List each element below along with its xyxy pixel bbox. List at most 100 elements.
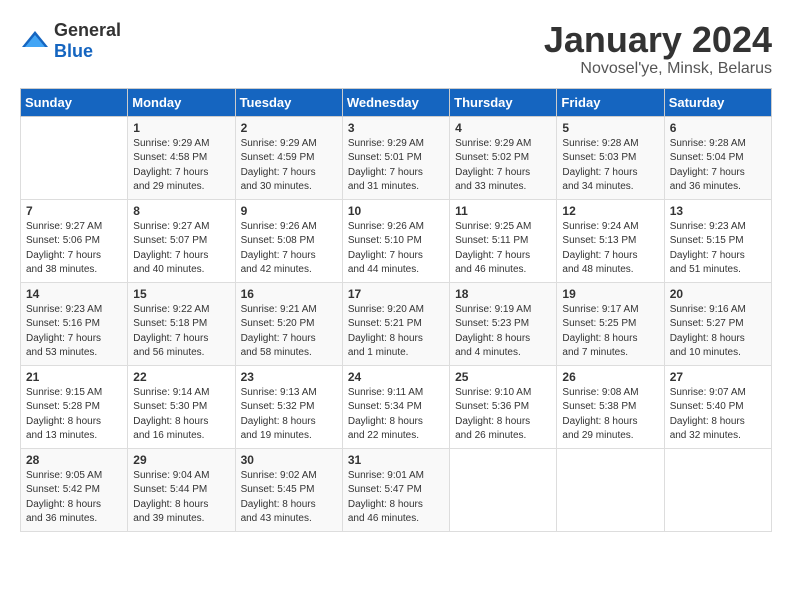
calendar-cell: 31 Sunrise: 9:01 AMSunset: 5:47 PMDayligh… [342, 448, 449, 531]
day-number: 4 [455, 121, 551, 135]
day-info: Sunrise: 9:23 AMSunset: 5:15 PMDaylight:… [670, 220, 766, 278]
day-info: Sunrise: 9:22 AMSunset: 5:18 PMDaylight:… [133, 303, 229, 361]
calendar-cell: 2Sunrise: 9:29 AMSunset: 4:59 PMDaylight… [235, 116, 342, 199]
location-title: Novosel'ye, Minsk, Belarus [544, 60, 772, 78]
calendar-cell: 28 Sunrise: 9:05 AMSunset: 5:42 PMDayligh… [21, 448, 128, 531]
day-info: Sunrise: 9:16 AMSunset: 5:27 PMDaylight:… [670, 303, 766, 361]
day-info: Sunrise: 9:05 AMSunset: 5:42 PMDaylight:… [26, 469, 122, 527]
day-number: 31 [348, 453, 444, 467]
day-info: Sunrise: 9:20 AMSunset: 5:21 PMDaylight:… [348, 303, 444, 361]
weekday-header: Thursday [450, 88, 557, 116]
calendar-cell: 14 Sunrise: 9:23 AMSunset: 5:16 PMDayligh… [21, 282, 128, 365]
calendar-cell [21, 116, 128, 199]
day-number: 18 [455, 287, 551, 301]
calendar-cell: 5 Sunrise: 9:28 AMSunset: 5:03 PMDaylight… [557, 116, 664, 199]
calendar-cell: 6 Sunrise: 9:28 AMSunset: 5:04 PMDaylight… [664, 116, 771, 199]
day-number: 11 [455, 204, 551, 218]
logo-general: General [54, 20, 121, 40]
day-number: 8 [133, 204, 229, 218]
day-info: Sunrise: 9:08 AMSunset: 5:38 PMDaylight:… [562, 386, 658, 444]
day-info: Sunrise: 9:13 AMSunset: 5:32 PMDaylight:… [241, 386, 337, 444]
day-number: 19 [562, 287, 658, 301]
calendar-cell: 7 Sunrise: 9:27 AMSunset: 5:06 PMDaylight… [21, 199, 128, 282]
calendar-cell: 10Sunrise: 9:26 AMSunset: 5:10 PMDayligh… [342, 199, 449, 282]
calendar-cell [664, 448, 771, 531]
calendar-cell: 3 Sunrise: 9:29 AMSunset: 5:01 PMDaylight… [342, 116, 449, 199]
calendar-cell: 25Sunrise: 9:10 AMSunset: 5:36 PMDayligh… [450, 365, 557, 448]
day-number: 28 [26, 453, 122, 467]
logo-icon [20, 29, 50, 53]
day-number: 16 [241, 287, 337, 301]
calendar-cell: 21 Sunrise: 9:15 AMSunset: 5:28 PMDayligh… [21, 365, 128, 448]
calendar-cell: 22Sunrise: 9:14 AMSunset: 5:30 PMDayligh… [128, 365, 235, 448]
calendar-week-row: 7 Sunrise: 9:27 AMSunset: 5:06 PMDaylight… [21, 199, 772, 282]
page-header: General Blue January 2024 Novosel'ye, Mi… [20, 20, 772, 78]
calendar-cell: 4Sunrise: 9:29 AMSunset: 5:02 PMDaylight… [450, 116, 557, 199]
day-number: 5 [562, 121, 658, 135]
calendar-table: SundayMondayTuesdayWednesdayThursdayFrid… [20, 88, 772, 532]
day-number: 15 [133, 287, 229, 301]
day-info: Sunrise: 9:23 AMSunset: 5:16 PMDaylight:… [26, 303, 122, 361]
day-number: 30 [241, 453, 337, 467]
day-info: Sunrise: 9:28 AMSunset: 5:03 PMDaylight:… [562, 137, 658, 195]
day-number: 27 [670, 370, 766, 384]
calendar-cell: 19 Sunrise: 9:17 AMSunset: 5:25 PMDayligh… [557, 282, 664, 365]
day-info: Sunrise: 9:27 AMSunset: 5:07 PMDaylight:… [133, 220, 229, 278]
calendar-cell: 17Sunrise: 9:20 AMSunset: 5:21 PMDayligh… [342, 282, 449, 365]
day-number: 13 [670, 204, 766, 218]
day-info: Sunrise: 9:02 AMSunset: 5:45 PMDaylight:… [241, 469, 337, 527]
day-info: Sunrise: 9:21 AMSunset: 5:20 PMDaylight:… [241, 303, 337, 361]
weekday-header-row: SundayMondayTuesdayWednesdayThursdayFrid… [21, 88, 772, 116]
day-info: Sunrise: 9:28 AMSunset: 5:04 PMDaylight:… [670, 137, 766, 195]
calendar-week-row: 21 Sunrise: 9:15 AMSunset: 5:28 PMDayligh… [21, 365, 772, 448]
calendar-cell: 20Sunrise: 9:16 AMSunset: 5:27 PMDayligh… [664, 282, 771, 365]
weekday-header: Sunday [21, 88, 128, 116]
calendar-week-row: 14 Sunrise: 9:23 AMSunset: 5:16 PMDayligh… [21, 282, 772, 365]
day-number: 24 [348, 370, 444, 384]
calendar-cell: 24Sunrise: 9:11 AMSunset: 5:34 PMDayligh… [342, 365, 449, 448]
calendar-cell [450, 448, 557, 531]
day-number: 7 [26, 204, 122, 218]
calendar-cell: 1Sunrise: 9:29 AMSunset: 4:58 PMDaylight… [128, 116, 235, 199]
weekday-header: Saturday [664, 88, 771, 116]
calendar-cell: 12 Sunrise: 9:24 AMSunset: 5:13 PMDayligh… [557, 199, 664, 282]
calendar-cell: 29Sunrise: 9:04 AMSunset: 5:44 PMDayligh… [128, 448, 235, 531]
calendar-week-row: 1Sunrise: 9:29 AMSunset: 4:58 PMDaylight… [21, 116, 772, 199]
day-info: Sunrise: 9:15 AMSunset: 5:28 PMDaylight:… [26, 386, 122, 444]
calendar-cell: 18 Sunrise: 9:19 AMSunset: 5:23 PMDayligh… [450, 282, 557, 365]
day-info: Sunrise: 9:29 AMSunset: 4:58 PMDaylight:… [133, 137, 229, 195]
day-number: 14 [26, 287, 122, 301]
day-number: 6 [670, 121, 766, 135]
day-info: Sunrise: 9:26 AMSunset: 5:10 PMDaylight:… [348, 220, 444, 278]
day-number: 9 [241, 204, 337, 218]
weekday-header: Tuesday [235, 88, 342, 116]
weekday-header: Wednesday [342, 88, 449, 116]
day-number: 3 [348, 121, 444, 135]
calendar-cell: 27 Sunrise: 9:07 AMSunset: 5:40 PMDayligh… [664, 365, 771, 448]
day-info: Sunrise: 9:17 AMSunset: 5:25 PMDaylight:… [562, 303, 658, 361]
day-info: Sunrise: 9:26 AMSunset: 5:08 PMDaylight:… [241, 220, 337, 278]
day-info: Sunrise: 9:07 AMSunset: 5:40 PMDaylight:… [670, 386, 766, 444]
day-info: Sunrise: 9:25 AMSunset: 5:11 PMDaylight:… [455, 220, 551, 278]
day-info: Sunrise: 9:19 AMSunset: 5:23 PMDaylight:… [455, 303, 551, 361]
calendar-cell: 9 Sunrise: 9:26 AMSunset: 5:08 PMDaylight… [235, 199, 342, 282]
day-info: Sunrise: 9:27 AMSunset: 5:06 PMDaylight:… [26, 220, 122, 278]
day-number: 26 [562, 370, 658, 384]
calendar-cell: 8 Sunrise: 9:27 AMSunset: 5:07 PMDaylight… [128, 199, 235, 282]
title-area: January 2024 Novosel'ye, Minsk, Belarus [544, 20, 772, 78]
weekday-header: Monday [128, 88, 235, 116]
day-number: 12 [562, 204, 658, 218]
day-number: 23 [241, 370, 337, 384]
weekday-header: Friday [557, 88, 664, 116]
day-info: Sunrise: 9:29 AMSunset: 5:01 PMDaylight:… [348, 137, 444, 195]
day-info: Sunrise: 9:29 AMSunset: 4:59 PMDaylight:… [241, 137, 337, 195]
calendar-week-row: 28 Sunrise: 9:05 AMSunset: 5:42 PMDayligh… [21, 448, 772, 531]
logo: General Blue [20, 20, 121, 62]
day-number: 21 [26, 370, 122, 384]
day-info: Sunrise: 9:04 AMSunset: 5:44 PMDaylight:… [133, 469, 229, 527]
day-info: Sunrise: 9:24 AMSunset: 5:13 PMDaylight:… [562, 220, 658, 278]
month-title: January 2024 [544, 20, 772, 60]
day-number: 25 [455, 370, 551, 384]
day-info: Sunrise: 9:01 AMSunset: 5:47 PMDaylight:… [348, 469, 444, 527]
calendar-cell: 23 Sunrise: 9:13 AMSunset: 5:32 PMDayligh… [235, 365, 342, 448]
